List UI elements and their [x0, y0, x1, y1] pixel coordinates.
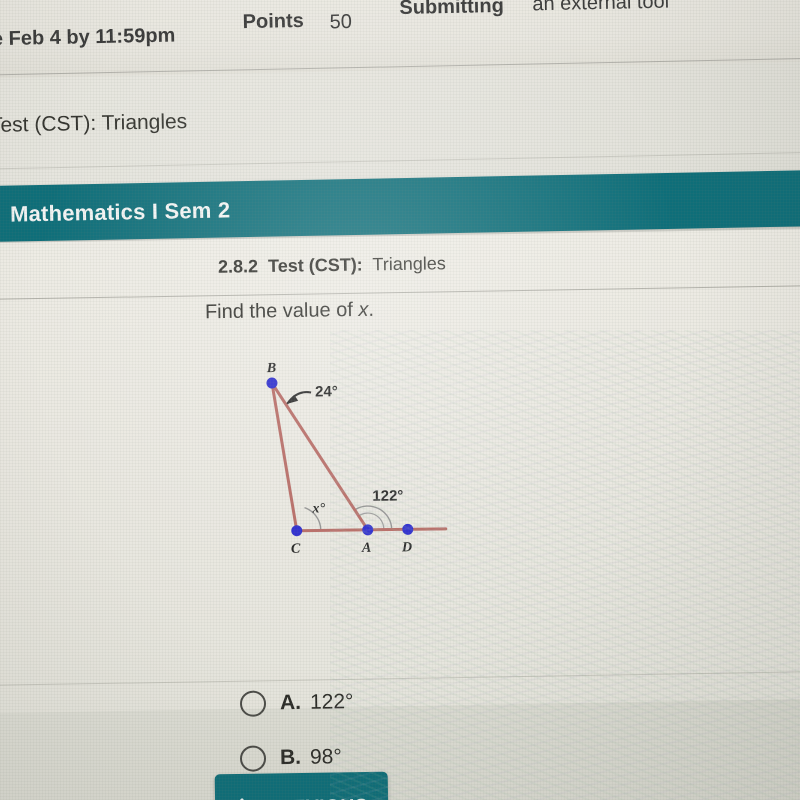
assignment-title: Test (CST): Triangles: [0, 110, 188, 137]
vertex-label-b: B: [266, 361, 277, 376]
prompt-text-before: Find the value of: [204, 298, 359, 324]
answer-choice-b[interactable]: B. 98°: [239, 744, 342, 772]
answer-letter-a: A.: [279, 690, 302, 715]
submitting-value: an external tool: [532, 0, 670, 16]
vertex-label-a: A: [361, 541, 372, 556]
points-label: Points: [242, 9, 304, 34]
question-prompt: Find the value of x.: [205, 299, 374, 325]
vertex-label-d: D: [401, 540, 412, 555]
lesson-number: 2.8.2: [217, 256, 259, 277]
vertex-label-c: C: [291, 542, 301, 557]
lesson-type: Test (CST):: [267, 254, 363, 277]
lesson-topic: Triangles: [372, 253, 446, 275]
submitting-label: Submitting: [399, 0, 505, 20]
answer-value-a: 122°: [309, 690, 354, 714]
angle-label-x: x°: [311, 501, 325, 516]
answer-value-b: 98°: [309, 745, 342, 769]
triangle-diagram-svg: B C A D 24° x° 122°: [266, 361, 448, 557]
points-value: 50: [329, 10, 353, 34]
due-date-text: e Feb 4 by 11:59pm: [0, 24, 176, 51]
previous-button-label: PREVIOUS: [265, 796, 368, 800]
geometry-figure: B C A D 24° x° 122°: [239, 359, 472, 577]
vertex-point-d: [402, 523, 414, 535]
vertex-point-c: [291, 525, 303, 537]
course-banner-label: Mathematics I Sem 2: [9, 197, 231, 227]
answer-letter-b: B.: [279, 745, 302, 770]
answer-choice-a-text: A. 122°: [280, 690, 354, 715]
answer-choice-b-text: B. 98°: [280, 745, 342, 770]
previous-button[interactable]: PREVIOUS: [214, 771, 389, 800]
radio-button-b[interactable]: [239, 745, 267, 772]
segment-bc: [270, 381, 299, 533]
screenshot-root: e Feb 4 by 11:59pm Points 50 Submitting …: [0, 0, 800, 800]
angle-label-24: 24°: [315, 383, 338, 400]
angle-pointer-arrowhead: [287, 394, 299, 404]
answer-choice-a[interactable]: A. 122°: [239, 689, 354, 717]
lesson-heading: 2.8.2 Test (CST): Triangles: [218, 253, 446, 278]
prompt-text-after: .: [368, 298, 375, 321]
angle-label-122: 122°: [372, 487, 403, 504]
radio-button-a[interactable]: [239, 690, 267, 717]
